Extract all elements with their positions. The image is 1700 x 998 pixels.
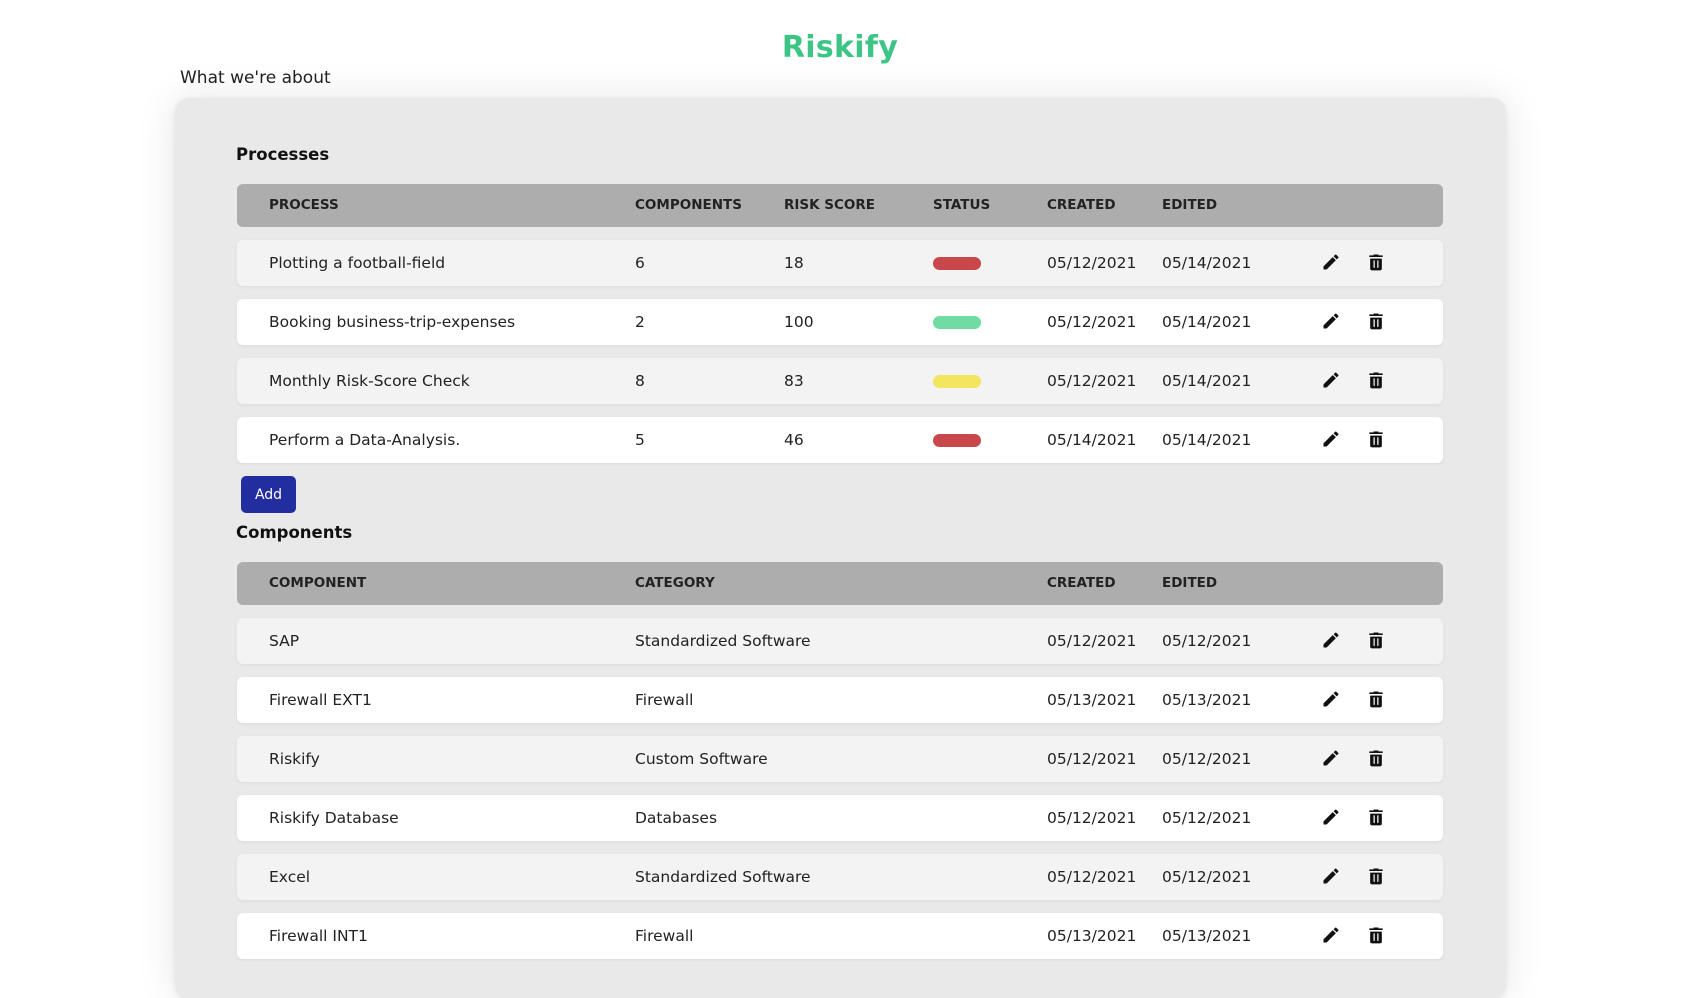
pencil-icon[interactable] [1321, 429, 1343, 451]
column-header-component: COMPONENT [269, 575, 367, 591]
edited-date: 05/12/2021 [1162, 809, 1252, 827]
trash-icon[interactable] [1366, 689, 1388, 711]
pencil-icon[interactable] [1321, 252, 1343, 274]
component-name: Riskify Database [269, 809, 399, 827]
process-name: Monthly Risk-Score Check [269, 372, 470, 390]
edited-date: 05/12/2021 [1162, 632, 1252, 650]
pencil-icon[interactable] [1321, 807, 1343, 829]
trash-icon[interactable] [1366, 748, 1388, 770]
table-row[interactable]: Monthly Risk-Score Check 8 83 05/12/2021 05/… [237, 358, 1443, 404]
column-header-edited: EDITED [1162, 575, 1218, 591]
pencil-icon[interactable] [1321, 925, 1343, 947]
created-date: 05/12/2021 [1047, 868, 1137, 886]
trash-icon[interactable] [1366, 252, 1388, 274]
trash-icon[interactable] [1366, 370, 1388, 392]
trash-icon[interactable] [1366, 866, 1388, 888]
pencil-icon[interactable] [1321, 866, 1343, 888]
pencil-icon[interactable] [1321, 630, 1343, 652]
table-row[interactable]: Excel Standardized Software 05/12/2021 05/1… [237, 854, 1443, 900]
created-date: 05/12/2021 [1047, 809, 1137, 827]
components-count: 6 [635, 254, 645, 272]
edited-date: 05/12/2021 [1162, 868, 1252, 886]
component-category: Databases [635, 809, 718, 827]
column-header-edited: EDITED [1162, 197, 1218, 213]
created-date: 05/13/2021 [1047, 691, 1137, 709]
status-indicator [933, 434, 981, 447]
processes-table: PROCESS COMPONENTS RISK SCORE STATUS CRE… [237, 184, 1443, 463]
pencil-icon[interactable] [1321, 689, 1343, 711]
components-count: 2 [635, 313, 645, 331]
component-category: Standardized Software [635, 868, 811, 886]
edited-date: 05/14/2021 [1162, 431, 1252, 449]
components-rows: SAP Standardized Software 05/12/2021 05/12/… [237, 618, 1443, 959]
risk-score: 100 [784, 313, 814, 331]
edited-date: 05/14/2021 [1162, 313, 1252, 331]
created-date: 05/12/2021 [1047, 632, 1137, 650]
process-name: Booking business-trip-expenses [269, 313, 516, 331]
component-category: Firewall [635, 927, 694, 945]
component-name: Firewall EXT1 [269, 691, 372, 709]
edited-date: 05/13/2021 [1162, 927, 1252, 945]
status-indicator [933, 316, 981, 329]
created-date: 05/14/2021 [1047, 431, 1137, 449]
processes-rows: Plotting a football-field 6 18 05/12/2021 05… [237, 240, 1443, 463]
risk-score: 18 [784, 254, 804, 272]
pencil-icon[interactable] [1321, 370, 1343, 392]
edited-date: 05/14/2021 [1162, 372, 1252, 390]
component-category: Custom Software [635, 750, 768, 768]
pencil-icon[interactable] [1321, 311, 1343, 333]
status-indicator [933, 257, 981, 270]
table-row[interactable]: Booking business-trip-expenses 2 100 05/12/… [237, 299, 1443, 345]
components-count: 8 [635, 372, 645, 390]
trash-icon[interactable] [1366, 429, 1388, 451]
processes-title: Processes [236, 145, 330, 164]
created-date: 05/12/2021 [1047, 372, 1137, 390]
table-row[interactable]: Riskify Database Databases 05/12/2021 05/12… [237, 795, 1443, 841]
created-date: 05/13/2021 [1047, 927, 1137, 945]
about-link[interactable]: What we're about [180, 68, 331, 88]
column-header-category: CATEGORY [635, 575, 715, 591]
component-name: Riskify [269, 750, 320, 768]
risk-score: 46 [784, 431, 804, 449]
trash-icon[interactable] [1366, 311, 1388, 333]
edited-date: 05/13/2021 [1162, 691, 1252, 709]
components-table: COMPONENT CATEGORY CREATED EDITED SAP Sta… [237, 562, 1443, 959]
edited-date: 05/14/2021 [1162, 254, 1252, 272]
column-header-created: CREATED [1047, 575, 1116, 591]
status-indicator [933, 375, 981, 388]
created-date: 05/12/2021 [1047, 313, 1137, 331]
table-row[interactable]: SAP Standardized Software 05/12/2021 05/12/… [237, 618, 1443, 664]
created-date: 05/12/2021 [1047, 254, 1137, 272]
component-name: SAP [269, 632, 300, 650]
add-process-button[interactable]: Add [241, 476, 296, 513]
app-title: Riskify [781, 30, 899, 65]
edited-date: 05/12/2021 [1162, 750, 1252, 768]
table-row[interactable]: Perform a Data-Analysis. 5 46 05/14/2021 05/… [237, 417, 1443, 463]
components-title: Components [236, 523, 353, 542]
processes-table-header: PROCESS COMPONENTS RISK SCORE STATUS CRE… [237, 184, 1443, 227]
column-header-process: PROCESS [269, 197, 339, 213]
process-name: Plotting a football-field [269, 254, 446, 272]
process-name: Perform a Data-Analysis. [269, 431, 461, 449]
column-header-components: COMPONENTS [635, 197, 742, 213]
pencil-icon[interactable] [1321, 748, 1343, 770]
table-row[interactable]: Riskify Custom Software 05/12/2021 05/12/20… [237, 736, 1443, 782]
table-row[interactable]: Firewall INT1 Firewall 05/13/2021 05/13/202… [237, 913, 1443, 959]
components-count: 5 [635, 431, 645, 449]
component-name: Excel [269, 868, 311, 886]
column-header-risk-score: RISK SCORE [784, 197, 876, 213]
component-category: Firewall [635, 691, 694, 709]
component-category: Standardized Software [635, 632, 811, 650]
trash-icon[interactable] [1366, 925, 1388, 947]
table-row[interactable]: Plotting a football-field 6 18 05/12/2021 05… [237, 240, 1443, 286]
column-header-created: CREATED [1047, 197, 1116, 213]
trash-icon[interactable] [1366, 630, 1388, 652]
components-table-header: COMPONENT CATEGORY CREATED EDITED [237, 562, 1443, 605]
trash-icon[interactable] [1366, 807, 1388, 829]
component-name: Firewall INT1 [269, 927, 368, 945]
column-header-status: STATUS [933, 197, 991, 213]
risk-score: 83 [784, 372, 804, 390]
created-date: 05/12/2021 [1047, 750, 1137, 768]
table-row[interactable]: Firewall EXT1 Firewall 05/13/2021 05/13/202… [237, 677, 1443, 723]
